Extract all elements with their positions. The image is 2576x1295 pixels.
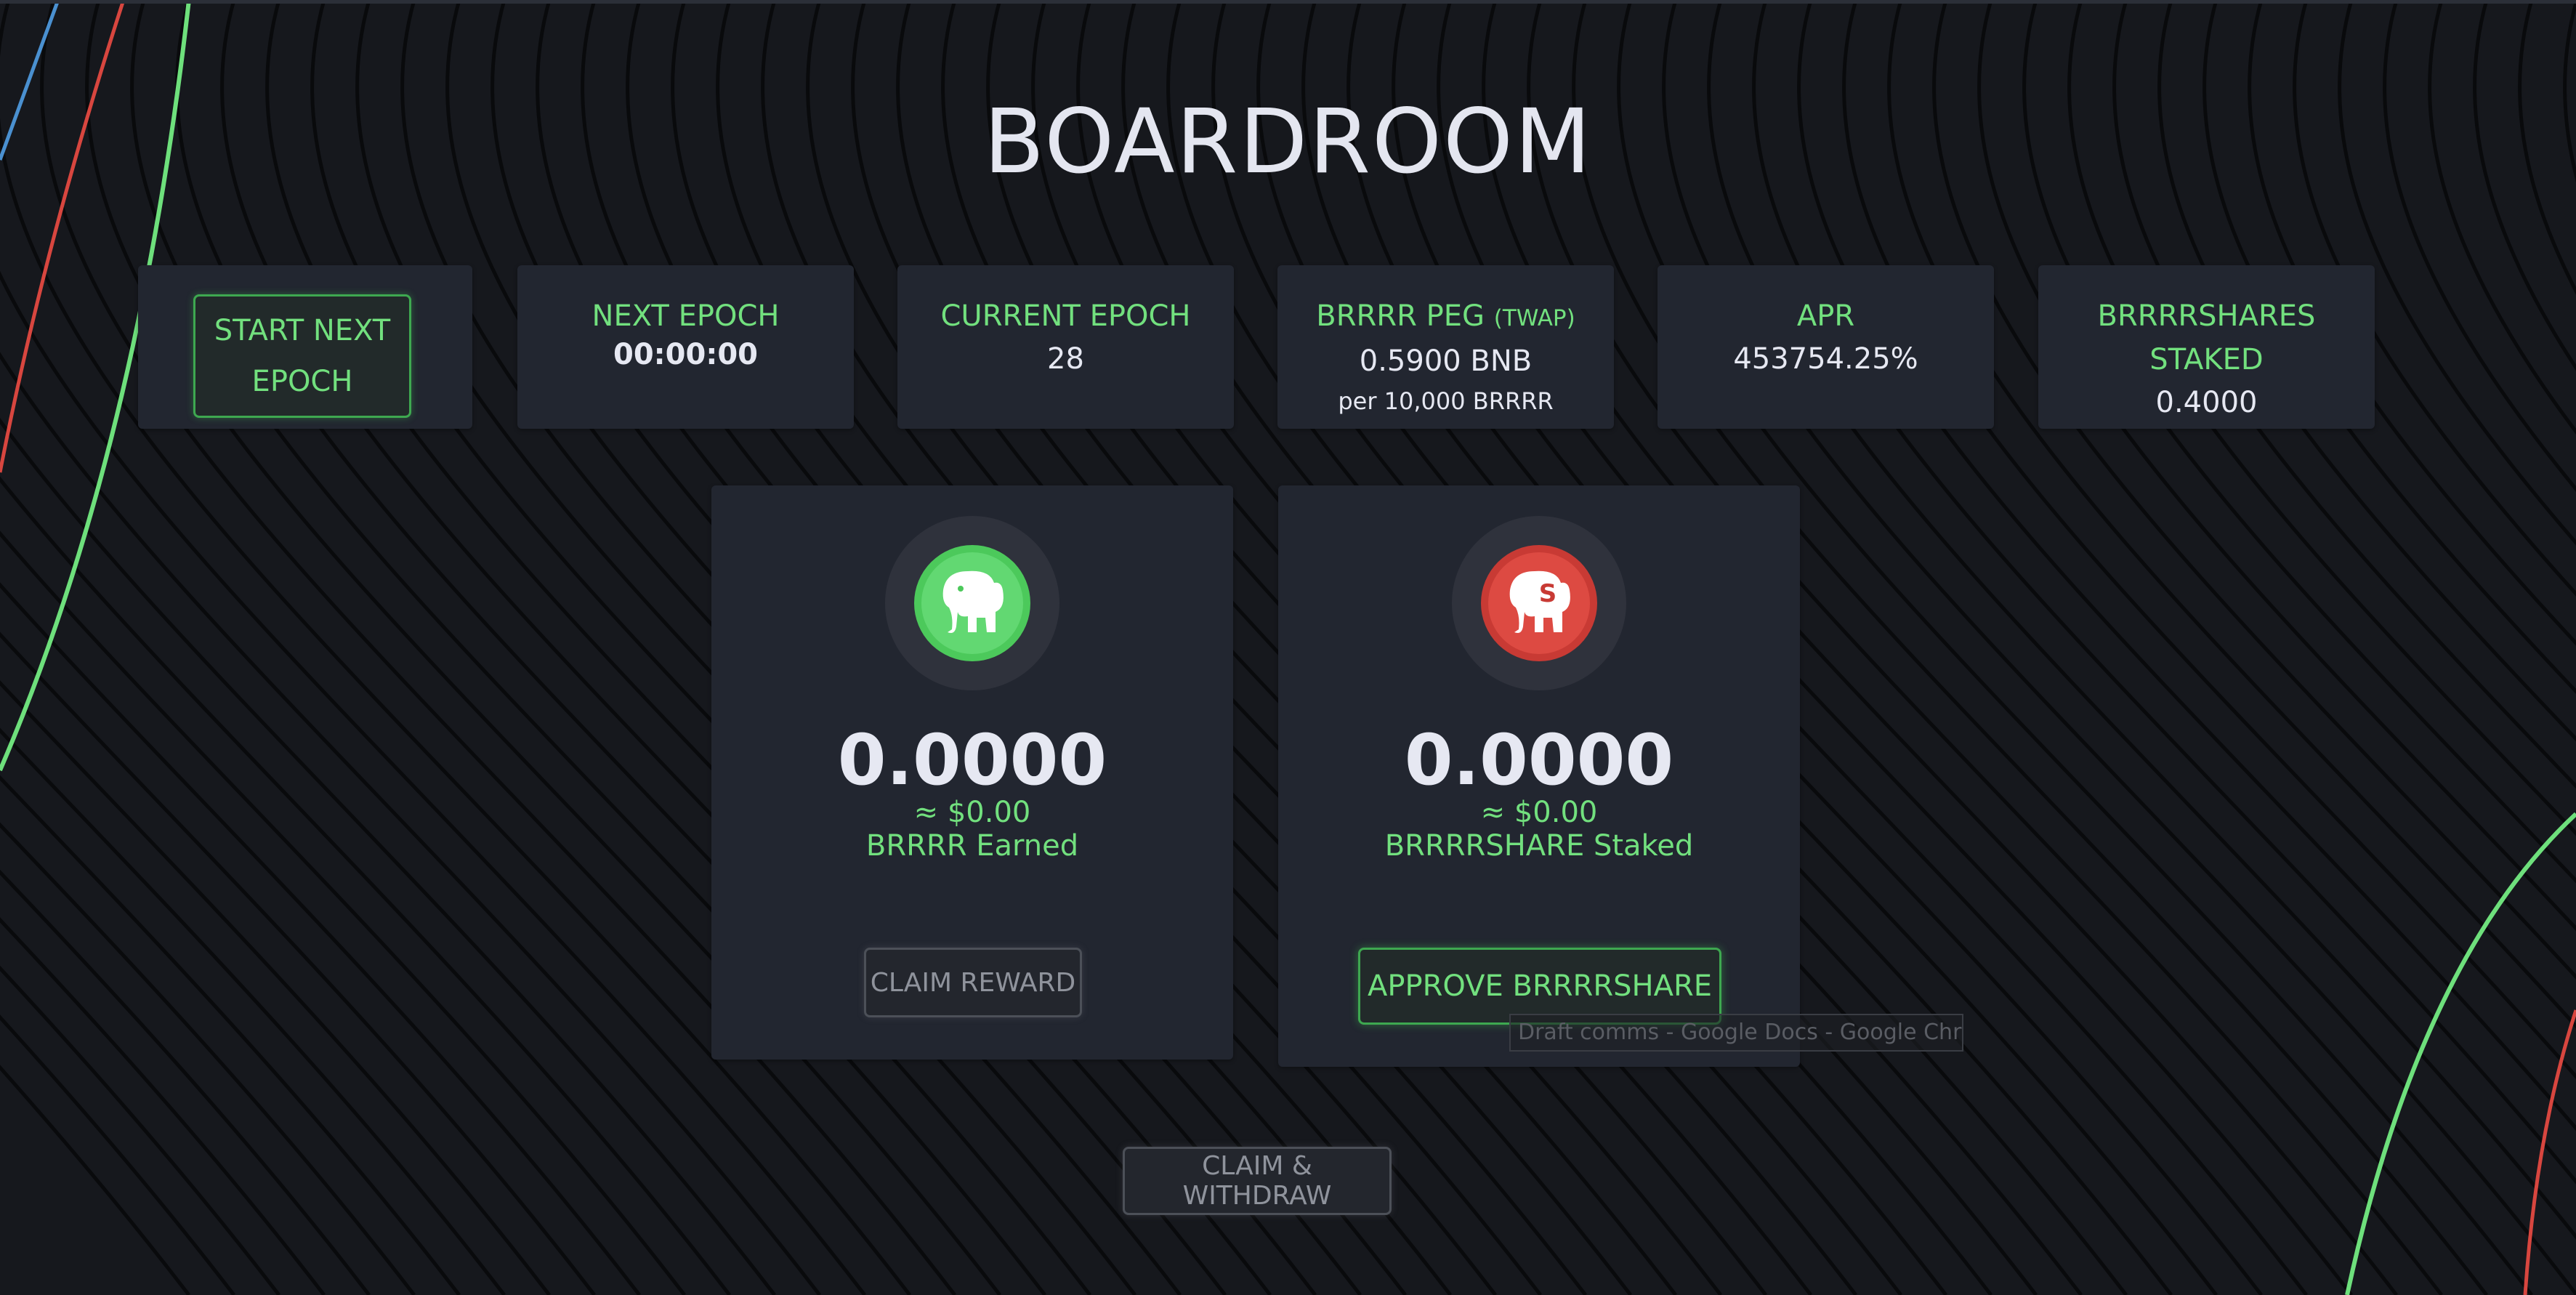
staked-amount: 0.0000 (1404, 719, 1674, 801)
peg-note: per 10,000 BRRRR (1338, 387, 1554, 415)
apr-label: APR (1796, 299, 1855, 333)
earned-card: 0.0000 ≈ $0.00 BRRRR Earned CLAIM REWARD (711, 485, 1233, 1060)
page-title: BOARDROOM (983, 90, 1593, 193)
svg-text:S: S (1539, 579, 1557, 608)
start-next-epoch-button[interactable]: START NEXT EPOCH (193, 294, 411, 418)
elephant-green-token-icon (914, 545, 1030, 661)
claim-withdraw-button[interactable]: CLAIM & WITHDRAW (1123, 1147, 1392, 1215)
staked-label: BRRRRSHARE Staked (1384, 829, 1694, 863)
current-epoch-value: 28 (1047, 342, 1084, 376)
window-title-tooltip: Draft comms - Google Docs - Google Chrom… (1509, 1014, 1963, 1052)
shares-staked-label: BRRRRSHARES STAKED (2097, 299, 2316, 376)
elephant-red-share-token-icon: S (1481, 545, 1597, 661)
earned-token-badge (885, 516, 1059, 690)
staked-card: S 0.0000 ≈ $0.00 BRRRRSHARE Staked APPRO… (1278, 485, 1800, 1067)
earned-amount: 0.0000 (837, 719, 1107, 801)
next-epoch-card: NEXT EPOCH 00:00:00 (517, 265, 854, 429)
current-epoch-label: CURRENT EPOCH (940, 299, 1191, 333)
boardroom-page: BOARDROOM START NEXT EPOCH NEXT EPOCH 00… (0, 0, 2576, 1295)
apr-card: APR 453754.25% (1658, 265, 1994, 429)
peg-label-suffix: (TWAP) (1493, 305, 1575, 331)
start-epoch-card: START NEXT EPOCH (138, 265, 472, 429)
staked-usd-value: ≈ $0.00 (1480, 796, 1598, 829)
current-epoch-card: CURRENT EPOCH 28 (897, 265, 1234, 429)
peg-label-text: BRRRR PEG (1316, 299, 1485, 333)
apr-value: 453754.25% (1733, 342, 1918, 376)
peg-value: 0.5900 BNB (1359, 344, 1533, 378)
peg-card: BRRRR PEG (TWAP) 0.5900 BNB per 10,000 B… (1277, 265, 1614, 429)
next-epoch-label: NEXT EPOCH (591, 299, 780, 333)
claim-reward-button[interactable]: CLAIM REWARD (864, 948, 1082, 1017)
peg-label: BRRRR PEG (TWAP) (1277, 294, 1614, 340)
shares-staked-card: BRRRRSHARES STAKED 0.4000 (2038, 265, 2375, 429)
earned-usd-value: ≈ $0.00 (913, 796, 1031, 829)
earned-label: BRRRR Earned (865, 829, 1079, 863)
next-epoch-value: 00:00:00 (613, 338, 758, 371)
staked-token-badge: S (1452, 516, 1626, 690)
shares-staked-value: 0.4000 (2155, 386, 2258, 419)
